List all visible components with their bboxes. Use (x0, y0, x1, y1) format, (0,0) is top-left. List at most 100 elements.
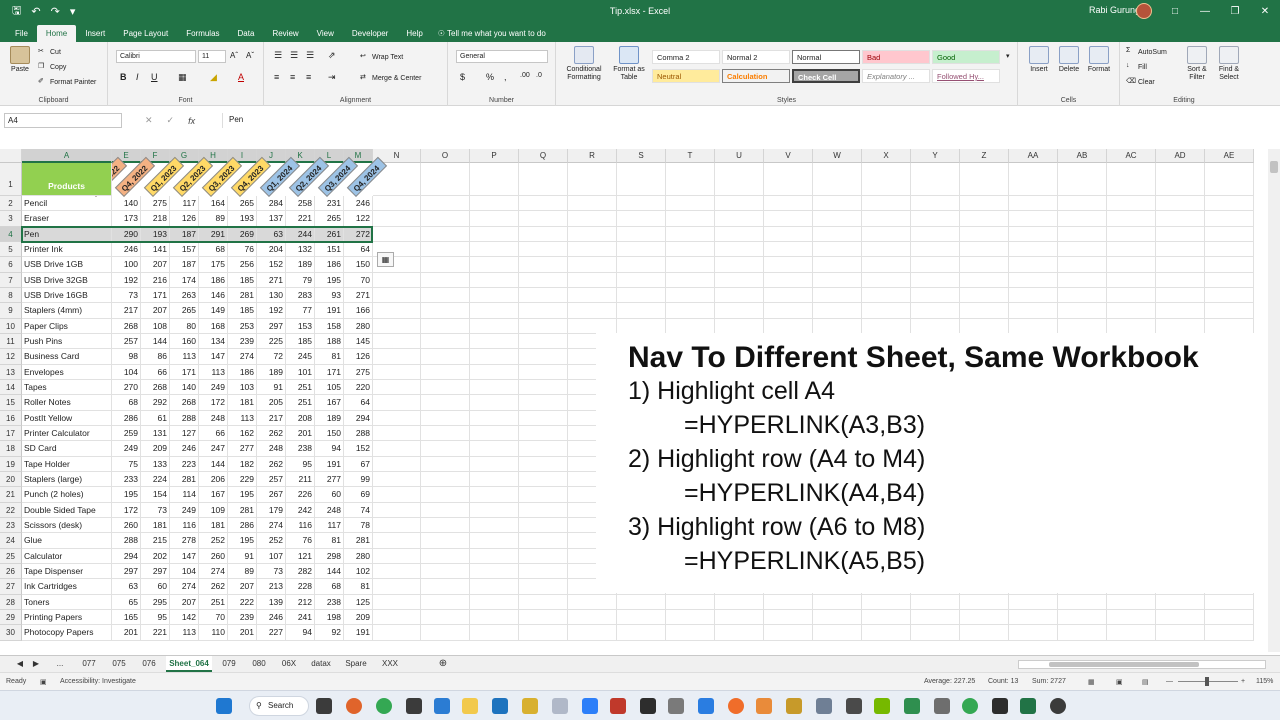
empty-cell[interactable] (519, 425, 568, 442)
value-cell[interactable]: 171 (315, 364, 344, 380)
value-cell[interactable]: 281 (344, 533, 373, 549)
decrease-font-icon[interactable]: Aˇ (246, 51, 254, 60)
empty-cell[interactable] (519, 364, 568, 380)
value-cell[interactable]: 191 (344, 625, 373, 641)
value-cell[interactable]: 277 (315, 471, 344, 488)
value-cell[interactable]: 193 (228, 211, 257, 227)
firefox-icon[interactable] (346, 698, 362, 714)
value-cell[interactable]: 144 (315, 563, 344, 580)
fx-icon[interactable]: fx (188, 116, 195, 126)
value-cell[interactable]: 295 (141, 594, 170, 610)
value-cell[interactable]: 73 (257, 563, 286, 580)
empty-cell[interactable] (470, 241, 519, 258)
empty-cell[interactable] (373, 625, 421, 641)
empty-cell[interactable] (617, 211, 666, 227)
empty-cell[interactable] (617, 241, 666, 258)
value-cell[interactable]: 187 (170, 257, 199, 273)
align-middle-icon[interactable]: ☰ (290, 50, 298, 61)
column-header-z[interactable]: Z (960, 149, 1009, 163)
empty-cell[interactable] (519, 594, 568, 610)
value-cell[interactable]: 188 (315, 333, 344, 350)
value-cell[interactable]: 165 (112, 609, 141, 626)
empty-cell[interactable] (862, 272, 911, 288)
value-cell[interactable]: 201 (286, 425, 315, 442)
empty-cell[interactable] (470, 487, 519, 503)
vertical-scroll-thumb[interactable] (1270, 161, 1278, 173)
app-icon-11[interactable] (816, 698, 832, 714)
value-cell[interactable]: 60 (141, 579, 170, 595)
value-cell[interactable]: 185 (228, 272, 257, 288)
empty-cell[interactable] (1058, 241, 1107, 258)
file-explorer-icon[interactable] (462, 698, 478, 714)
value-cell[interactable]: 274 (170, 579, 199, 595)
cell-y1[interactable] (911, 163, 960, 196)
empty-cell[interactable] (1058, 196, 1107, 212)
empty-cell[interactable] (764, 287, 813, 304)
empty-cell[interactable] (813, 226, 862, 242)
value-cell[interactable]: 229 (228, 471, 257, 488)
horizontal-scrollbar[interactable] (1018, 660, 1266, 669)
empty-cell[interactable] (813, 211, 862, 227)
cell-ac1[interactable] (1107, 163, 1156, 196)
value-cell[interactable]: 268 (141, 379, 170, 396)
empty-cell[interactable] (960, 303, 1009, 319)
value-cell[interactable]: 181 (141, 517, 170, 534)
bold-icon[interactable]: B (120, 72, 127, 82)
empty-cell[interactable] (470, 226, 519, 242)
paste-button[interactable]: Paste (6, 46, 34, 74)
empty-cell[interactable] (911, 625, 960, 641)
empty-cell[interactable] (470, 318, 519, 334)
row-header-12[interactable]: 12 (0, 349, 22, 365)
windows-start-icon[interactable] (216, 698, 232, 714)
empty-cell[interactable] (1009, 257, 1058, 273)
tab-review[interactable]: Review (263, 25, 307, 42)
empty-cell[interactable] (470, 609, 519, 626)
value-cell[interactable]: 193 (141, 226, 170, 242)
value-cell[interactable]: 66 (141, 364, 170, 380)
value-cell[interactable]: 208 (286, 410, 315, 426)
value-cell[interactable]: 261 (315, 226, 344, 242)
cell-v1[interactable] (764, 163, 813, 196)
value-cell[interactable]: 258 (286, 196, 315, 212)
font-color-icon[interactable]: A (238, 72, 244, 82)
value-cell[interactable]: 251 (286, 395, 315, 411)
empty-cell[interactable] (764, 594, 813, 610)
empty-cell[interactable] (373, 533, 421, 549)
empty-cell[interactable] (373, 456, 421, 472)
empty-cell[interactable] (421, 502, 470, 518)
conditional-formatting-button[interactable]: Conditional Formatting (562, 46, 606, 82)
value-cell[interactable]: 68 (199, 241, 228, 258)
empty-cell[interactable] (862, 303, 911, 319)
empty-cell[interactable] (862, 241, 911, 258)
value-cell[interactable]: 288 (170, 410, 199, 426)
value-cell[interactable]: 91 (228, 548, 257, 564)
value-cell[interactable]: 110 (199, 625, 228, 641)
value-cell[interactable]: 121 (286, 548, 315, 564)
product-name-cell[interactable]: Printer Calculator (22, 425, 112, 442)
empty-cell[interactable] (1107, 241, 1156, 258)
zoom-level[interactable]: 115% (1256, 678, 1273, 685)
next-sheet-icon[interactable]: ▶ (30, 656, 42, 672)
value-cell[interactable]: 257 (112, 333, 141, 350)
product-name-cell[interactable]: Push Pins (22, 333, 112, 350)
value-cell[interactable]: 152 (344, 441, 373, 457)
value-cell[interactable]: 262 (199, 579, 228, 595)
terminal-icon[interactable] (406, 698, 422, 714)
value-cell[interactable]: 91 (257, 379, 286, 396)
value-cell[interactable]: 78 (344, 517, 373, 534)
name-box[interactable]: A4 (4, 113, 122, 128)
column-header-ab[interactable]: AB (1058, 149, 1107, 163)
zoom-slider-thumb[interactable] (1205, 677, 1209, 686)
value-cell[interactable]: 216 (141, 272, 170, 288)
value-cell[interactable]: 195 (228, 533, 257, 549)
value-cell[interactable]: 60 (315, 487, 344, 503)
empty-cell[interactable] (1058, 287, 1107, 304)
value-cell[interactable]: 126 (170, 211, 199, 227)
align-top-icon[interactable]: ☰ (274, 50, 282, 61)
value-cell[interactable]: 152 (257, 257, 286, 273)
comma-icon[interactable]: , (504, 72, 507, 82)
empty-cell[interactable] (519, 379, 568, 396)
column-header-y[interactable]: Y (911, 149, 960, 163)
value-cell[interactable]: 95 (286, 456, 315, 472)
value-cell[interactable]: 70 (344, 272, 373, 288)
